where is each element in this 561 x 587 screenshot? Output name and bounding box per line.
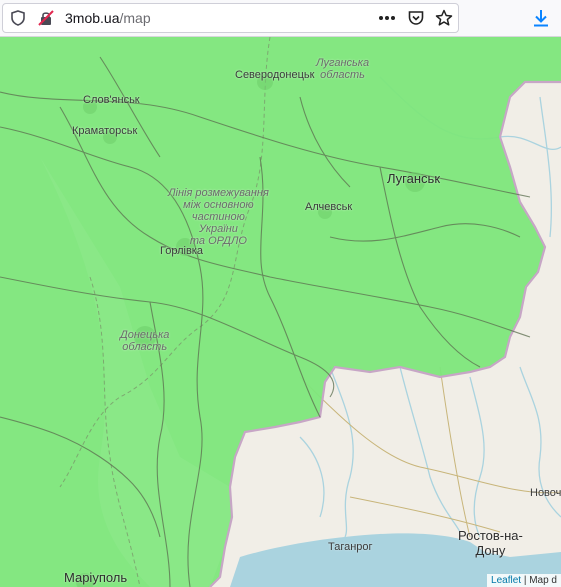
- label-mariupol: Маріуполь: [64, 570, 128, 585]
- label-novoch: Новоч: [530, 487, 561, 499]
- label-alchevsk: Алчевськ: [305, 201, 353, 213]
- label-luhansk: Луганськ: [387, 171, 441, 186]
- browser-toolbar: 3mob.ua/map: [0, 0, 561, 37]
- attribution-rest: | Map d: [521, 575, 557, 586]
- download-icon[interactable]: [530, 7, 552, 29]
- label-kramatorsk: Краматорськ: [72, 125, 138, 137]
- url-host: 3mob.ua: [65, 10, 120, 26]
- coverage-map[interactable]: Северодонецьк Луганська область Слов'янс…: [0, 37, 561, 587]
- map-attribution: Leaflet | Map d: [487, 574, 561, 587]
- label-severodonetsk: Северодонецьк: [235, 69, 315, 81]
- bookmark-star-icon[interactable]: [434, 8, 454, 28]
- pocket-icon[interactable]: [406, 8, 426, 28]
- label-rostov: Ростов-на- Дону: [458, 528, 523, 558]
- shield-icon[interactable]: [9, 9, 27, 27]
- label-taganrog: Таганрог: [328, 541, 373, 553]
- label-luhansk-oblast: Луганська область: [316, 57, 370, 81]
- label-donetsk-oblast: Донецька область: [120, 329, 170, 353]
- address-bar[interactable]: 3mob.ua/map: [2, 3, 459, 33]
- label-contact-line: Лінія розмежування між основною частиною…: [168, 187, 269, 247]
- url-path: /map: [119, 10, 151, 26]
- url-text[interactable]: 3mob.ua/map: [65, 10, 151, 26]
- map-canvas[interactable]: [0, 37, 561, 587]
- label-horlivka: Горлівка: [160, 245, 203, 257]
- label-sloviansk: Слов'янськ: [83, 94, 140, 106]
- insecure-lock-icon[interactable]: [37, 9, 55, 27]
- more-icon[interactable]: [377, 9, 397, 27]
- leaflet-link[interactable]: Leaflet: [491, 575, 521, 586]
